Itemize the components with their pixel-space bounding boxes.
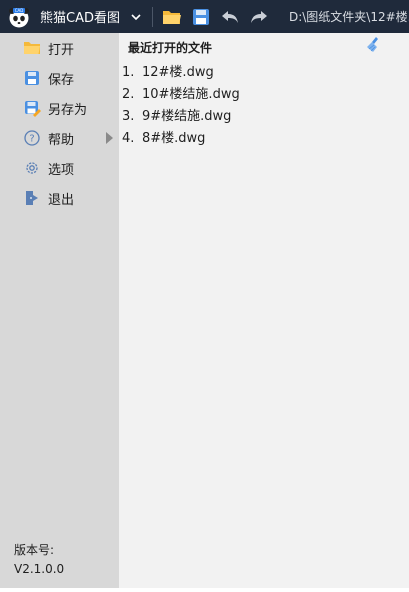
svg-text:CAD: CAD [15, 8, 24, 13]
menu-item-help[interactable]: ? 帮助 [0, 123, 119, 153]
gear-icon [23, 159, 41, 177]
recent-file-item[interactable]: 1. 12#楼.dwg [122, 61, 214, 80]
title-bar: CAD 熊猫CAD看图 D:\图纸文件夹\12#楼.dwg [0, 0, 409, 33]
menu-item-label: 保存 [48, 72, 75, 88]
recent-file-name: 9#楼结施.dwg [142, 109, 232, 124]
menu-item-label: 帮助 [48, 132, 75, 148]
recent-file-number: 1. [122, 65, 135, 80]
menu-item-options[interactable]: 选项 [0, 153, 119, 183]
version-value: V2.1.0.0 [14, 562, 65, 576]
recent-files-heading: 最近打开的文件 [128, 41, 213, 55]
chevron-down-icon[interactable] [129, 10, 143, 24]
menu-item-label: 另存为 [48, 102, 88, 118]
app-title: 熊猫CAD看图 [40, 11, 120, 26]
recent-file-item[interactable]: 3. 9#楼结施.dwg [122, 105, 231, 124]
recent-file-number: 3. [122, 109, 135, 124]
menu-item-open[interactable]: 打开 [0, 33, 119, 63]
recent-files-panel: 最近打开的文件 1. 12#楼.dwg 2. 10#楼结施.dwg 3. 9#楼结施.… [119, 33, 409, 588]
menu-item-label: 退出 [48, 192, 75, 208]
folder-icon [23, 39, 41, 57]
redo-icon[interactable] [248, 6, 270, 28]
panda-logo-icon: CAD [8, 6, 30, 28]
exit-icon [23, 189, 41, 207]
menu-item-label: 选项 [48, 162, 75, 178]
undo-icon[interactable] [219, 6, 241, 28]
menu-item-save[interactable]: 保存 [0, 63, 119, 93]
menu-item-exit[interactable]: 退出 [0, 183, 119, 213]
save-icon[interactable] [190, 6, 212, 28]
menu-item-label: 打开 [48, 42, 75, 58]
recent-file-name: 10#楼结施.dwg [142, 87, 240, 102]
menu-item-save-as[interactable]: 另存为 [0, 93, 119, 123]
toolbar-separator [151, 6, 153, 27]
recent-file-item[interactable]: 2. 10#楼结施.dwg [122, 83, 240, 102]
recent-file-number: 4. [122, 131, 135, 146]
file-path: D:\图纸文件夹\12#楼.dwg [288, 10, 409, 24]
sidebar: 打开 保存 另存为 ? 帮助 选项 退出 版本号: V2.1.0.0 [0, 33, 119, 588]
broom-icon[interactable] [365, 36, 383, 54]
save-icon [23, 69, 41, 87]
recent-file-number: 2. [122, 87, 135, 102]
bottom-edge [0, 588, 409, 592]
open-folder-icon[interactable] [161, 6, 183, 28]
submenu-arrow-icon [106, 132, 113, 144]
svg-text:?: ? [29, 134, 34, 145]
recent-file-name: 8#楼.dwg [142, 131, 206, 146]
version-label: 版本号: [14, 543, 55, 557]
help-icon: ? [23, 129, 41, 147]
recent-file-name: 12#楼.dwg [142, 65, 214, 80]
save-as-icon [23, 99, 41, 117]
recent-file-item[interactable]: 4. 8#楼.dwg [122, 127, 205, 146]
